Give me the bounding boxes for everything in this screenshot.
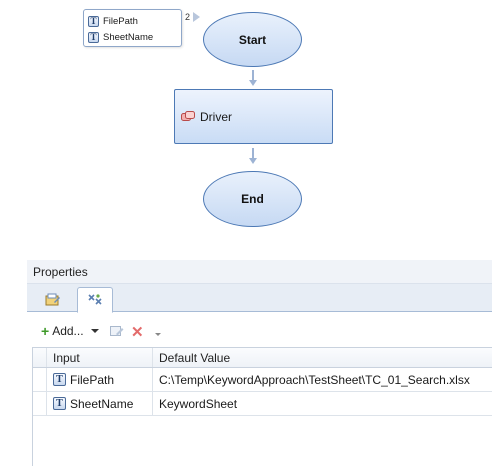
- input-name: SheetName: [70, 396, 134, 411]
- text-type-icon: T: [88, 31, 99, 43]
- connector-arrow-icon: [249, 158, 257, 164]
- end-node[interactable]: End: [203, 171, 302, 227]
- input-cell[interactable]: T FilePath: [47, 368, 153, 391]
- text-type-icon: T: [53, 397, 66, 410]
- parameters-toolbar: + Add... ✕: [27, 313, 492, 347]
- row-gutter: [33, 368, 47, 391]
- connector-arrow-icon: [249, 80, 257, 86]
- parameters-icon: [88, 294, 102, 305]
- start-node-label: Start: [238, 32, 267, 47]
- parameter-count: 2: [185, 12, 191, 22]
- parameters-table: Input Default Value T FilePath C:\Temp\K…: [32, 347, 492, 466]
- input-name: FilePath: [70, 372, 115, 387]
- properties-title: Properties: [33, 265, 88, 279]
- tab-general-properties[interactable]: [35, 287, 71, 312]
- text-type-icon: T: [53, 373, 66, 386]
- default-value-cell[interactable]: C:\Temp\KeywordApproach\TestSheet\TC_01_…: [153, 368, 492, 391]
- delete-icon[interactable]: ✕: [131, 323, 144, 341]
- add-button-label: Add...: [52, 324, 84, 338]
- table-header: Input Default Value: [33, 348, 492, 368]
- default-value-cell[interactable]: KeywordSheet: [153, 392, 492, 415]
- flow-canvas: T FilePath T SheetName 2 Start Driver En…: [0, 0, 492, 256]
- column-header-input[interactable]: Input: [47, 348, 153, 367]
- parameter-row: T FilePath: [88, 13, 177, 29]
- column-header-default-value[interactable]: Default Value: [153, 348, 492, 367]
- toolbar-overflow-icon[interactable]: [155, 333, 161, 336]
- parameter-row: T SheetName: [88, 29, 177, 45]
- row-gutter: [33, 392, 47, 415]
- properties-tab-strip: [27, 284, 492, 313]
- add-button[interactable]: + Add...: [41, 324, 99, 338]
- parameter-link-arrow-icon: [193, 12, 200, 22]
- table-row[interactable]: T FilePath C:\Temp\KeywordApproach\TestS…: [33, 368, 492, 392]
- add-icon: +: [41, 323, 50, 339]
- parameter-name: SheetName: [103, 31, 154, 43]
- table-empty-area: [33, 416, 492, 466]
- parameters-node[interactable]: T FilePath T SheetName: [83, 9, 182, 47]
- edit-icon[interactable]: [110, 325, 124, 337]
- parameter-name: FilePath: [103, 15, 138, 27]
- general-properties-icon: [45, 293, 60, 305]
- start-node[interactable]: Start: [203, 12, 302, 67]
- chevron-down-icon[interactable]: [90, 329, 99, 333]
- tab-parameters[interactable]: [77, 287, 113, 313]
- text-type-icon: T: [88, 15, 99, 27]
- end-node-label: End: [241, 192, 264, 206]
- table-row[interactable]: T SheetName KeywordSheet: [33, 392, 492, 416]
- properties-header: Properties: [27, 260, 492, 284]
- properties-panel: Properties + Add... ✕ Input Default Valu…: [27, 260, 492, 466]
- driver-node-label: Driver: [200, 109, 232, 124]
- action-icon: [181, 110, 195, 121]
- row-gutter: [33, 348, 47, 367]
- driver-action-node[interactable]: Driver: [174, 89, 333, 144]
- input-cell[interactable]: T SheetName: [47, 392, 153, 415]
